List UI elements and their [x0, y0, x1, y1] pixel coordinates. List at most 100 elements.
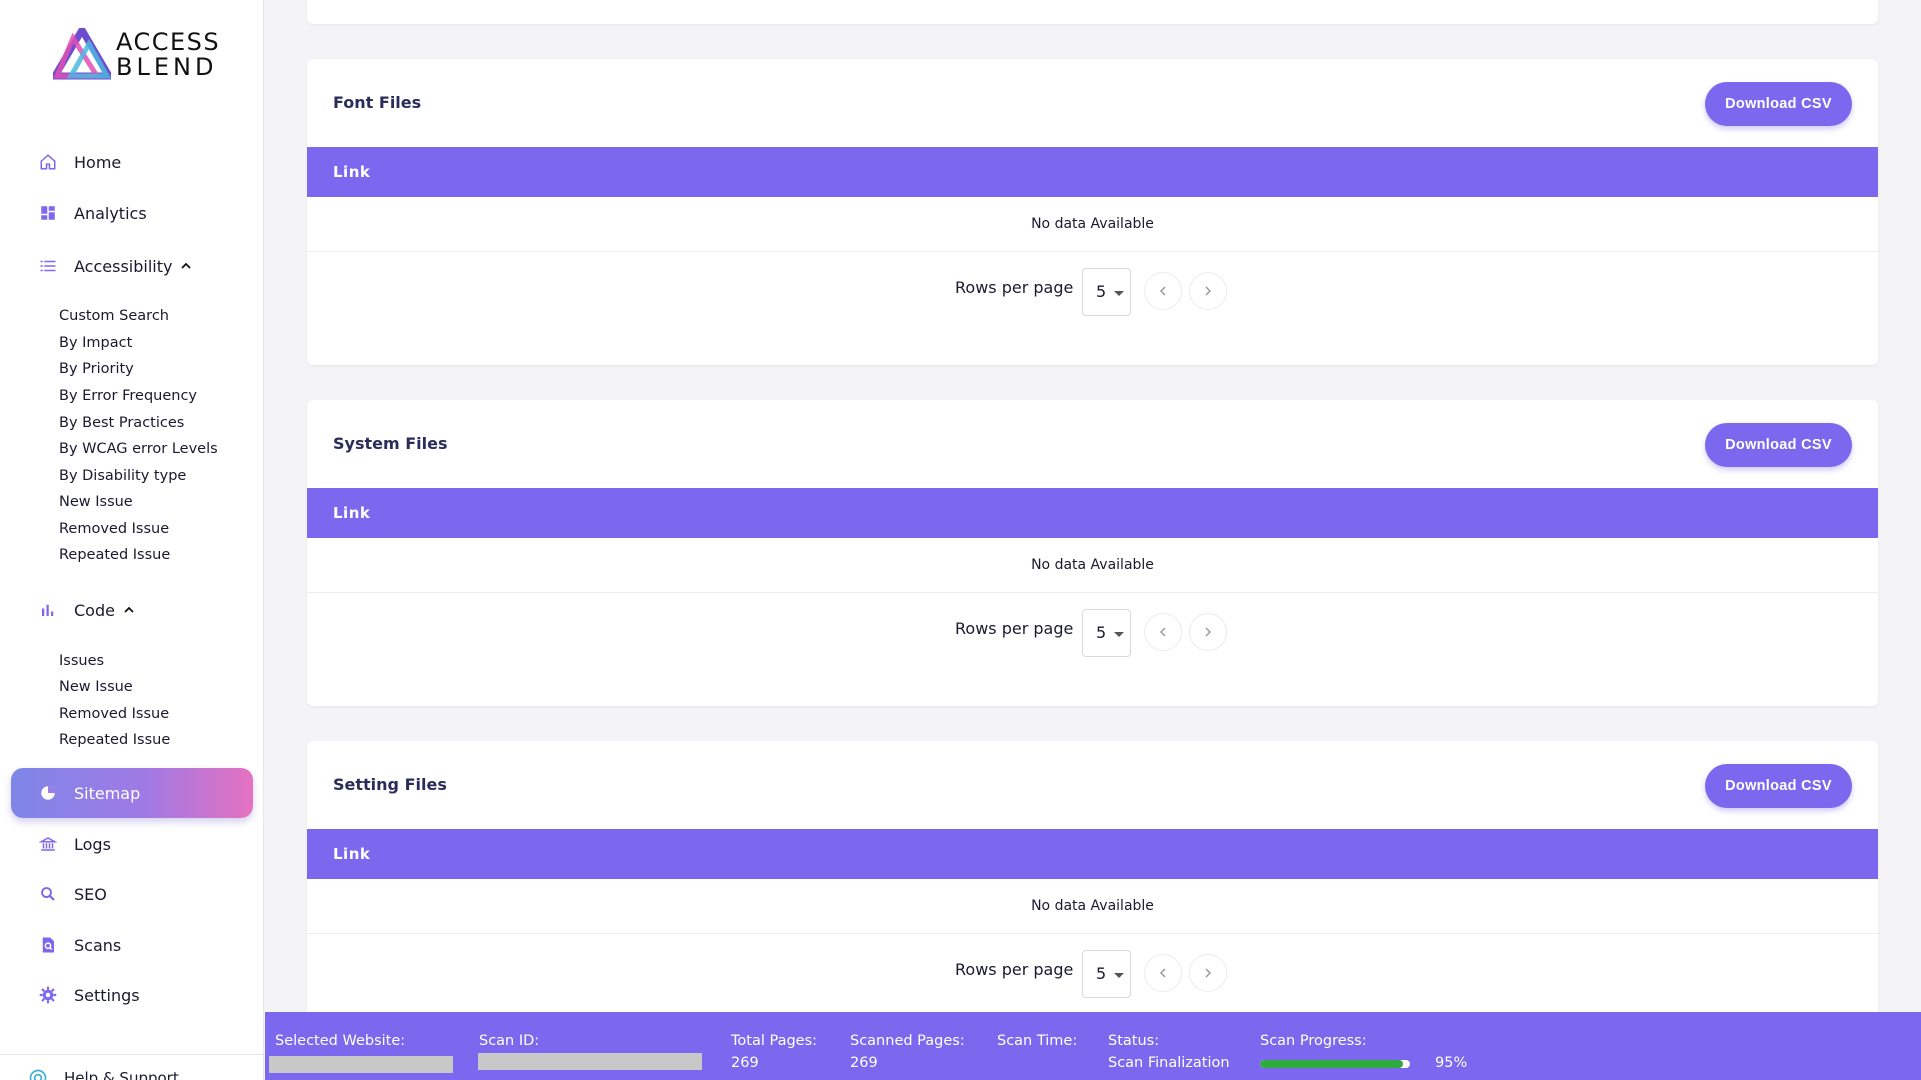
card-title: System Files — [333, 434, 448, 453]
prev-page-button[interactable] — [1144, 272, 1182, 310]
selected-website-value-redacted — [269, 1056, 453, 1073]
sidebar: ACCESS BLEND Home Analytics Accessibilit… — [0, 0, 264, 1080]
sidebar-subitem-code-repeated-issue[interactable]: Repeated Issue — [59, 730, 170, 750]
rows-per-page-value: 5 — [1096, 623, 1107, 642]
brand-line1: ACCESS — [116, 28, 221, 56]
sidebar-item-home[interactable]: Home — [11, 137, 253, 187]
chevron-right-icon — [1205, 968, 1212, 978]
sidebar-subitem-code-removed-issue[interactable]: Removed Issue — [59, 704, 169, 724]
caret-down-icon — [1114, 973, 1124, 978]
help-label: Help & Support — [64, 1069, 179, 1080]
system-files-card: System Files Download CSV Link No data A… — [307, 400, 1878, 706]
sidebar-item-sitemap[interactable]: Sitemap — [11, 768, 253, 818]
rows-per-page-select[interactable]: 5 — [1082, 609, 1131, 657]
rows-per-page-label: Rows per page — [955, 619, 1074, 638]
sidebar-subitem-custom-search[interactable]: Custom Search — [59, 306, 169, 326]
sidebar-item-settings[interactable]: Settings — [11, 970, 253, 1020]
sidebar-item-label: Accessibility — [74, 256, 173, 276]
list-icon — [36, 254, 60, 278]
brand-name: ACCESS BLEND — [116, 30, 220, 80]
prev-page-button[interactable] — [1144, 613, 1182, 651]
pagination: Rows per page 5 — [307, 593, 1878, 679]
card-title: Setting Files — [333, 775, 447, 794]
total-pages-label: Total Pages: — [731, 1033, 818, 1049]
sidebar-item-label: Home — [74, 152, 122, 172]
sidebar-item-accessibility[interactable]: Accessibility — [11, 241, 253, 291]
gear-icon — [36, 983, 60, 1007]
help-icon — [29, 1069, 47, 1080]
scan-progress-label: Scan Progress: — [1260, 1033, 1367, 1049]
selected-website-label: Selected Website: — [275, 1033, 406, 1049]
page-scrollbar[interactable] — [1904, 0, 1921, 1012]
sidebar-subitem-removed-issue[interactable]: Removed Issue — [59, 519, 169, 539]
sidebar-item-code[interactable]: Code — [11, 585, 253, 635]
status-label: Status: — [1108, 1033, 1160, 1049]
download-csv-button[interactable]: Download CSV — [1705, 423, 1852, 467]
sidebar-subitem-by-error-frequency[interactable]: By Error Frequency — [59, 386, 197, 406]
previous-card — [307, 0, 1878, 24]
scan-status-bar: Selected Website: Scan ID: Total Pages: … — [265, 1012, 1921, 1080]
prev-page-button[interactable] — [1144, 954, 1182, 992]
rows-per-page-select[interactable]: 5 — [1082, 268, 1131, 316]
empty-state: No data Available — [307, 879, 1878, 934]
sidebar-subitem-by-disability-type[interactable]: By Disability type — [59, 466, 186, 486]
table-header: Link — [307, 147, 1878, 197]
download-csv-button[interactable]: Download CSV — [1705, 82, 1852, 126]
scan-progress-fill — [1260, 1060, 1403, 1068]
rows-per-page-value: 5 — [1096, 964, 1107, 983]
scan-time-label: Scan Time: — [997, 1033, 1078, 1049]
table-header: Link — [307, 829, 1878, 879]
logo-icon — [53, 28, 111, 80]
sidebar-subitem-new-issue[interactable]: New Issue — [59, 492, 133, 512]
rows-per-page-label: Rows per page — [955, 278, 1074, 297]
bar-chart-icon — [36, 598, 60, 622]
sidebar-subitem-repeated-issue[interactable]: Repeated Issue — [59, 545, 170, 565]
scan-progress-percent: 95% — [1435, 1055, 1468, 1071]
brand-logo[interactable]: ACCESS BLEND — [53, 28, 219, 83]
next-page-button[interactable] — [1189, 613, 1227, 651]
sidebar-item-logs[interactable]: Logs — [11, 819, 253, 869]
sidebar-item-analytics[interactable]: Analytics — [11, 188, 253, 238]
download-csv-button[interactable]: Download CSV — [1705, 764, 1852, 808]
sidebar-item-help[interactable]: Help & Support — [28, 1068, 179, 1080]
chevron-left-icon — [1159, 627, 1166, 637]
sidebar-subitem-code-new-issue[interactable]: New Issue — [59, 677, 133, 697]
table-header: Link — [307, 488, 1878, 538]
empty-state: No data Available — [307, 197, 1878, 252]
rows-per-page-select[interactable]: 5 — [1082, 950, 1131, 998]
caret-down-icon — [1114, 291, 1124, 296]
font-files-card: Font Files Download CSV Link No data Ava… — [307, 59, 1878, 365]
scan-id-label: Scan ID: — [479, 1033, 540, 1049]
sidebar-item-scans[interactable]: Scans — [11, 920, 253, 970]
chevron-up-icon[interactable] — [180, 260, 192, 272]
scan-id-value-redacted — [478, 1053, 702, 1070]
sidebar-subitem-by-impact[interactable]: By Impact — [59, 333, 132, 353]
card-title: Font Files — [333, 93, 422, 112]
pagination: Rows per page 5 — [307, 252, 1878, 338]
setting-files-card: Setting Files Download CSV Link No data … — [307, 741, 1878, 1047]
column-header-link[interactable]: Link — [333, 845, 370, 863]
status-value: Scan Finalization — [1108, 1055, 1230, 1071]
sidebar-subitem-by-priority[interactable]: By Priority — [59, 359, 134, 379]
dashboard-icon — [36, 201, 60, 225]
sidebar-divider — [0, 1054, 263, 1055]
sidebar-subitem-by-wcag-levels[interactable]: By WCAG error Levels — [59, 439, 218, 459]
sidebar-subitem-by-best-practices[interactable]: By Best Practices — [59, 413, 184, 433]
column-header-link[interactable]: Link — [333, 163, 370, 181]
next-page-button[interactable] — [1189, 954, 1227, 992]
caret-down-icon — [1114, 632, 1124, 637]
bank-icon — [36, 832, 60, 856]
next-page-button[interactable] — [1189, 272, 1227, 310]
scan-icon — [36, 933, 60, 957]
pagination: Rows per page 5 — [307, 934, 1878, 1020]
chevron-up-icon[interactable] — [123, 604, 135, 616]
column-header-link[interactable]: Link — [333, 504, 370, 522]
empty-state: No data Available — [307, 538, 1878, 593]
sidebar-item-seo[interactable]: SEO — [11, 869, 253, 919]
chevron-left-icon — [1159, 286, 1166, 296]
home-icon — [36, 150, 60, 174]
scanned-pages-label: Scanned Pages: — [850, 1033, 965, 1049]
sidebar-subitem-issues[interactable]: Issues — [59, 651, 104, 671]
sidebar-item-label: Scans — [74, 935, 122, 955]
sidebar-item-label: Analytics — [74, 203, 147, 223]
